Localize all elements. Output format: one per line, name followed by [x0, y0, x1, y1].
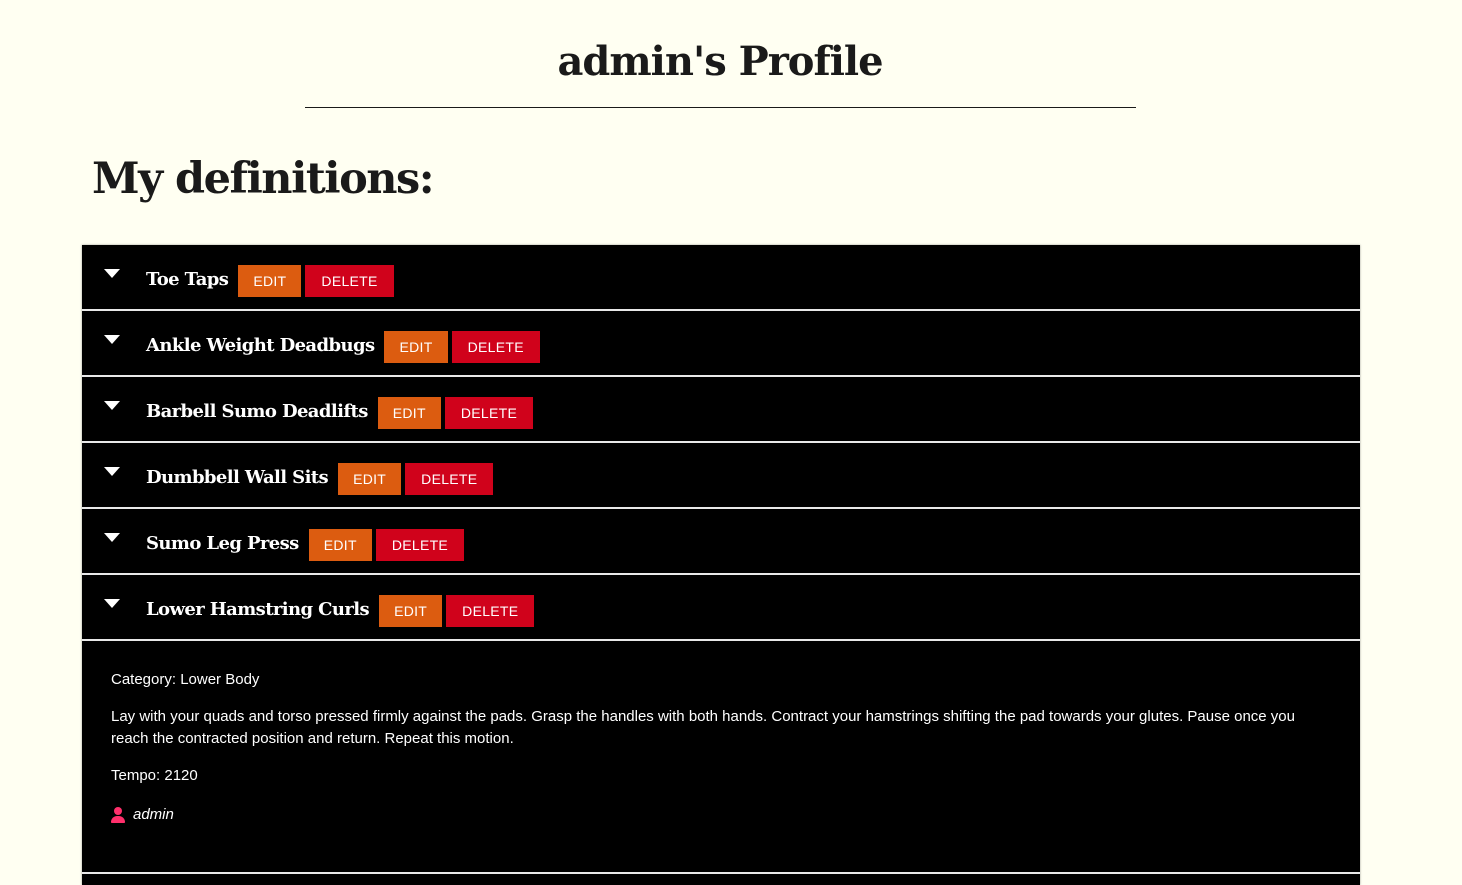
delete-button[interactable]: DELETE	[451, 331, 540, 363]
definition-category: Category: Lower Body	[111, 671, 260, 688]
edit-button[interactable]: EDIT	[377, 397, 441, 429]
definition-name-wrap: Barbell Sumo Deadlifts EDIT DELETE	[146, 395, 534, 429]
caret-down-icon[interactable]	[104, 467, 120, 476]
definition-actions: EDIT DELETE	[379, 595, 535, 627]
edit-button[interactable]: EDIT	[384, 331, 448, 363]
definition-item: Barbell Sumo Deadlifts EDIT DELETE	[82, 377, 1360, 443]
definition-tempo: Tempo: 2120	[111, 767, 198, 784]
definition-header-toe-taps[interactable]: Toe Taps EDIT DELETE	[82, 245, 1360, 309]
author-name[interactable]: admin	[133, 804, 174, 826]
definition-header-sumo-leg-press[interactable]: Sumo Leg Press EDIT DELETE	[82, 509, 1360, 573]
definition-name: Barbell Sumo Deadlifts	[146, 400, 368, 422]
definition-item: Dumbbell Wall Sits EDIT DELETE	[82, 443, 1360, 509]
definition-name: Ankle Weight Deadbugs	[146, 334, 375, 356]
caret-down-icon[interactable]	[104, 401, 120, 410]
definition-name: Toe Taps	[146, 268, 229, 290]
definition-name: Sumo Leg Press	[146, 532, 299, 554]
definition-item: Sumo Leg Press EDIT DELETE	[82, 509, 1360, 575]
profile-title: admin's Profile	[557, 38, 883, 85]
definition-actions: EDIT DELETE	[377, 397, 534, 429]
definition-name-wrap: Toe Taps EDIT DELETE	[146, 263, 394, 297]
definition-header-barbell-sumo-deadlifts[interactable]: Barbell Sumo Deadlifts EDIT DELETE	[82, 377, 1360, 441]
edit-button[interactable]: EDIT	[238, 265, 302, 297]
definition-header-ankle-weight-deadbugs[interactable]: Ankle Weight Deadbugs EDIT DELETE	[82, 311, 1360, 375]
delete-button[interactable]: DELETE	[444, 397, 534, 429]
caret-down-icon[interactable]	[104, 599, 120, 608]
caret-down-icon[interactable]	[104, 335, 120, 344]
definition-item: Toe Taps EDIT DELETE	[82, 245, 1360, 311]
definition-name-wrap: Dumbbell Wall Sits EDIT DELETE	[146, 461, 494, 495]
caret-down-icon[interactable]	[104, 269, 120, 278]
definition-name: Dumbbell Wall Sits	[146, 466, 329, 488]
caret-down-icon[interactable]	[104, 533, 120, 542]
delete-button[interactable]: DELETE	[405, 463, 494, 495]
definition-details: Category: Lower Body Lay with your quads…	[82, 642, 1360, 874]
definitions-heading: My definitions:	[92, 154, 435, 204]
delete-button[interactable]: DELETE	[446, 595, 535, 627]
definition-name: Lower Hamstring Curls	[146, 598, 370, 620]
definition-actions: EDIT DELETE	[308, 529, 465, 561]
definition-name-wrap: Ankle Weight Deadbugs EDIT DELETE	[146, 329, 540, 363]
user-icon	[111, 807, 125, 823]
definition-header-dumbbell-wall-sits[interactable]: Dumbbell Wall Sits EDIT DELETE	[82, 443, 1360, 507]
definition-name-wrap: Sumo Leg Press EDIT DELETE	[146, 527, 465, 561]
definition-actions: EDIT DELETE	[338, 463, 494, 495]
definitions-accordion: Toe Taps EDIT DELETE Ankle Weight Deadbu…	[82, 245, 1360, 885]
delete-button[interactable]: DELETE	[305, 265, 394, 297]
definition-item: Ankle Weight Deadbugs EDIT DELETE	[82, 311, 1360, 377]
edit-button[interactable]: EDIT	[379, 595, 443, 627]
definition-item: Lower Hamstring Curls EDIT DELETE	[82, 575, 1360, 641]
delete-button[interactable]: DELETE	[375, 529, 465, 561]
edit-button[interactable]: EDIT	[338, 463, 402, 495]
title-divider	[305, 107, 1136, 108]
definition-actions: EDIT DELETE	[384, 331, 540, 363]
definition-actions: EDIT DELETE	[238, 265, 394, 297]
edit-button[interactable]: EDIT	[308, 529, 372, 561]
definition-header-lower-hamstring-curls[interactable]: Lower Hamstring Curls EDIT DELETE	[82, 575, 1360, 639]
definition-name-wrap: Lower Hamstring Curls EDIT DELETE	[146, 593, 535, 627]
author-row: admin	[111, 804, 174, 826]
definition-description: Lay with your quads and torso pressed fi…	[111, 708, 1295, 747]
